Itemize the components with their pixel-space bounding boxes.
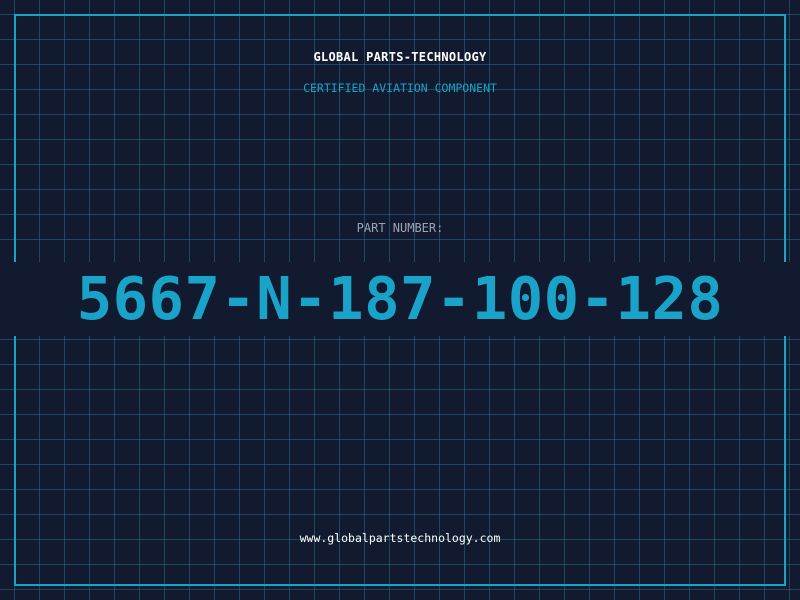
label-card: GLOBAL PARTS-TECHNOLOGY CERTIFIED AVIATI…: [0, 0, 800, 600]
brand-name: GLOBAL PARTS-TECHNOLOGY: [313, 50, 487, 64]
part-number-value: 5667-N-187-100-128: [76, 264, 724, 333]
part-number-label: PART NUMBER:: [356, 221, 444, 235]
website-url: www.globalpartstechnology.com: [299, 531, 501, 545]
certification-subtitle: CERTIFIED AVIATION COMPONENT: [303, 81, 497, 95]
